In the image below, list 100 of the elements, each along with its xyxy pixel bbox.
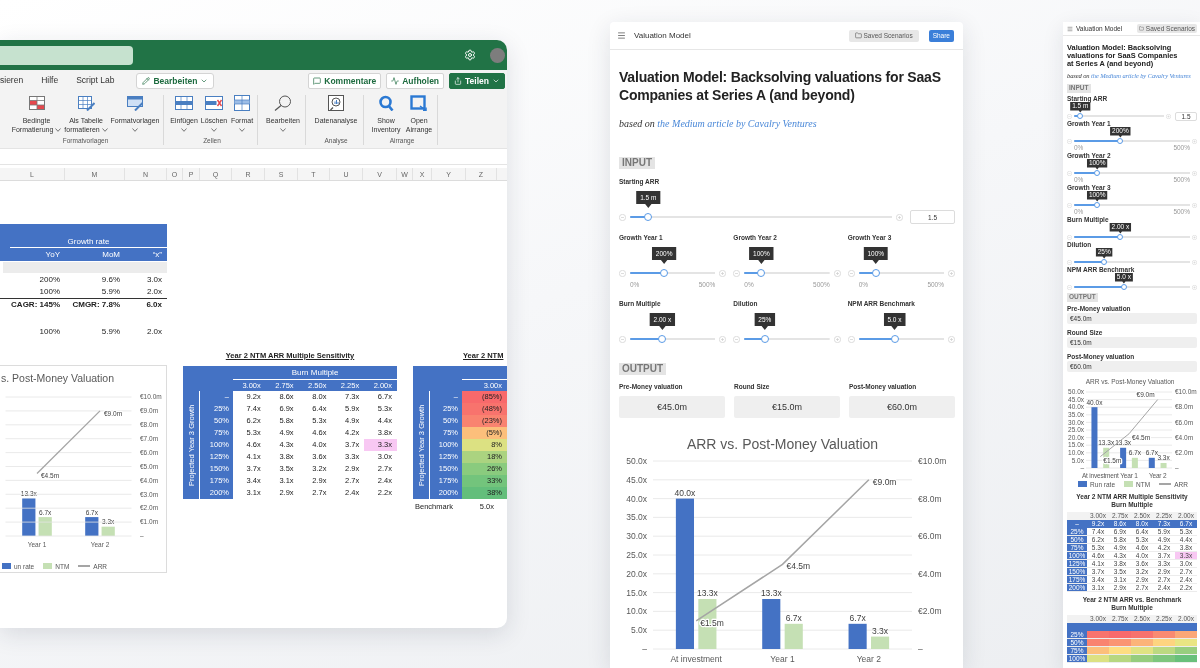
insert-rows-icon [175, 95, 193, 111]
plus-circle-icon[interactable] [1192, 234, 1197, 240]
app-title: Valuation Model [634, 31, 691, 40]
data-analysis-icon [327, 95, 345, 111]
slider-track[interactable] [1074, 259, 1190, 265]
axis-label: 35.0x [626, 512, 647, 523]
plus-circle-icon[interactable] [1192, 284, 1197, 290]
column-group-header: Burn Multiple [233, 366, 397, 380]
minus-circle-icon[interactable] [1067, 138, 1072, 144]
minus-circle-icon[interactable] [847, 269, 855, 277]
slider-thumb[interactable] [1117, 234, 1124, 240]
slider-thumb[interactable] [1101, 259, 1108, 265]
plus-circle-icon[interactable] [896, 213, 903, 221]
axis-label: 45.0x [626, 474, 647, 485]
minus-circle-icon[interactable] [1067, 284, 1072, 290]
column-header: YoY [44, 249, 61, 259]
article-link[interactable]: the Medium article by Cavalry Ventures [657, 118, 817, 129]
table-cell-text: 100% [38, 287, 61, 297]
minus-circle-icon[interactable] [1067, 170, 1072, 176]
minus-circle-icon[interactable] [619, 269, 626, 277]
table-cell-text: CAGR: 145% [10, 300, 61, 310]
table-cell-text: 6.0x [145, 300, 163, 310]
minus-circle-icon[interactable] [733, 269, 741, 277]
slider-thumb[interactable] [757, 269, 766, 277]
slider-track[interactable] [858, 269, 944, 277]
axis-label: 40.0x [626, 493, 647, 504]
ribbon-tab[interactable]: Script Lab [76, 73, 115, 89]
legend-swatch-icon [1124, 481, 1134, 487]
table-cell-text: 2.0x [145, 327, 163, 337]
page-title: Valuation Model: Backsolving valuations for SaaS Companies at Series A (and beyond) [619, 68, 942, 104]
slider-thumb[interactable] [1094, 170, 1101, 176]
minus-circle-icon[interactable] [619, 335, 626, 343]
slider-thumb[interactable] [871, 269, 880, 277]
slider-thumb[interactable] [660, 269, 669, 277]
slider-track[interactable] [630, 269, 716, 277]
plus-circle-icon[interactable] [1166, 113, 1171, 119]
plus-circle-icon[interactable] [1192, 259, 1197, 265]
minus-circle-icon[interactable] [733, 335, 741, 343]
table-cell-text: 200% [38, 274, 61, 284]
slider-track[interactable] [1074, 113, 1164, 119]
plus-circle-icon[interactable] [833, 335, 841, 343]
plus-circle-icon[interactable] [833, 269, 841, 277]
slider-track[interactable] [630, 335, 716, 343]
minus-circle-icon[interactable] [1067, 113, 1072, 119]
slider-thumb[interactable] [760, 335, 769, 343]
table-cell-text: 5.9% [100, 327, 121, 337]
plus-circle-icon[interactable] [1192, 170, 1197, 176]
plus-circle-icon[interactable] [719, 335, 727, 343]
slider-track[interactable] [1074, 284, 1190, 290]
slider-track[interactable] [1074, 138, 1190, 144]
menu-icon[interactable] [617, 31, 626, 40]
share-icon [454, 77, 463, 85]
plus-circle-icon[interactable] [1192, 138, 1197, 144]
slider-thumb[interactable] [658, 335, 667, 343]
slider-thumb[interactable] [644, 213, 653, 221]
slider-track[interactable] [858, 335, 944, 343]
highlighted-grid-icon [27, 95, 46, 111]
slider-track[interactable] [1074, 170, 1190, 176]
minus-circle-icon[interactable] [1067, 259, 1072, 265]
output-value: €45.0m [619, 396, 725, 418]
plus-circle-icon[interactable] [948, 335, 955, 343]
toolbar-button[interactable]: Aufholen [386, 73, 445, 89]
ribbon-tab[interactable]: sieren [0, 73, 24, 89]
slider-track[interactable] [1074, 202, 1190, 208]
axis-label: – [642, 643, 647, 654]
slider-thumb[interactable] [890, 335, 899, 343]
plus-circle-icon[interactable] [719, 269, 727, 277]
ribbon-tab[interactable]: Hilfe [41, 73, 59, 89]
minus-circle-icon[interactable] [847, 335, 855, 343]
slider-thumb[interactable] [1077, 113, 1084, 119]
menu-icon[interactable] [1067, 25, 1073, 32]
data-label: 6.7x [849, 613, 866, 624]
output-value: €15.0m [734, 396, 840, 418]
formula-field[interactable] [0, 148, 507, 165]
output-value: €60.0m [849, 396, 955, 418]
plus-circle-icon[interactable] [1192, 202, 1197, 208]
style-card-icon [126, 95, 144, 111]
folder-icon [854, 32, 862, 39]
slider-track[interactable] [1074, 234, 1190, 240]
avatar [490, 47, 505, 63]
mode-button[interactable]: Bearbeiten [136, 73, 215, 89]
axis-label: 15.0x [626, 587, 647, 598]
data-label: €4.5m [786, 561, 811, 572]
plus-circle-icon[interactable] [948, 269, 955, 277]
column-header: MoM [101, 249, 121, 259]
toolbar-button[interactable]: Kommentare [308, 73, 382, 89]
minus-circle-icon[interactable] [1067, 202, 1072, 208]
minus-circle-icon[interactable] [1067, 234, 1072, 240]
toolbar-button[interactable]: Teilen [449, 73, 505, 89]
chart-title: ARR vs. Post-Money Valuation [686, 436, 879, 452]
slider-thumb[interactable] [1120, 284, 1127, 290]
data-label: 13.3x [760, 588, 782, 599]
table-cell-text: 100% [38, 327, 61, 337]
search-field[interactable] [0, 45, 133, 65]
minus-circle-icon[interactable] [619, 213, 626, 221]
settings-icon[interactable] [464, 49, 476, 61]
slider-thumb[interactable] [1094, 202, 1101, 208]
legend-swatch-icon [2, 563, 11, 569]
delete-rows-icon [205, 95, 223, 111]
slider-thumb[interactable] [1117, 138, 1124, 144]
